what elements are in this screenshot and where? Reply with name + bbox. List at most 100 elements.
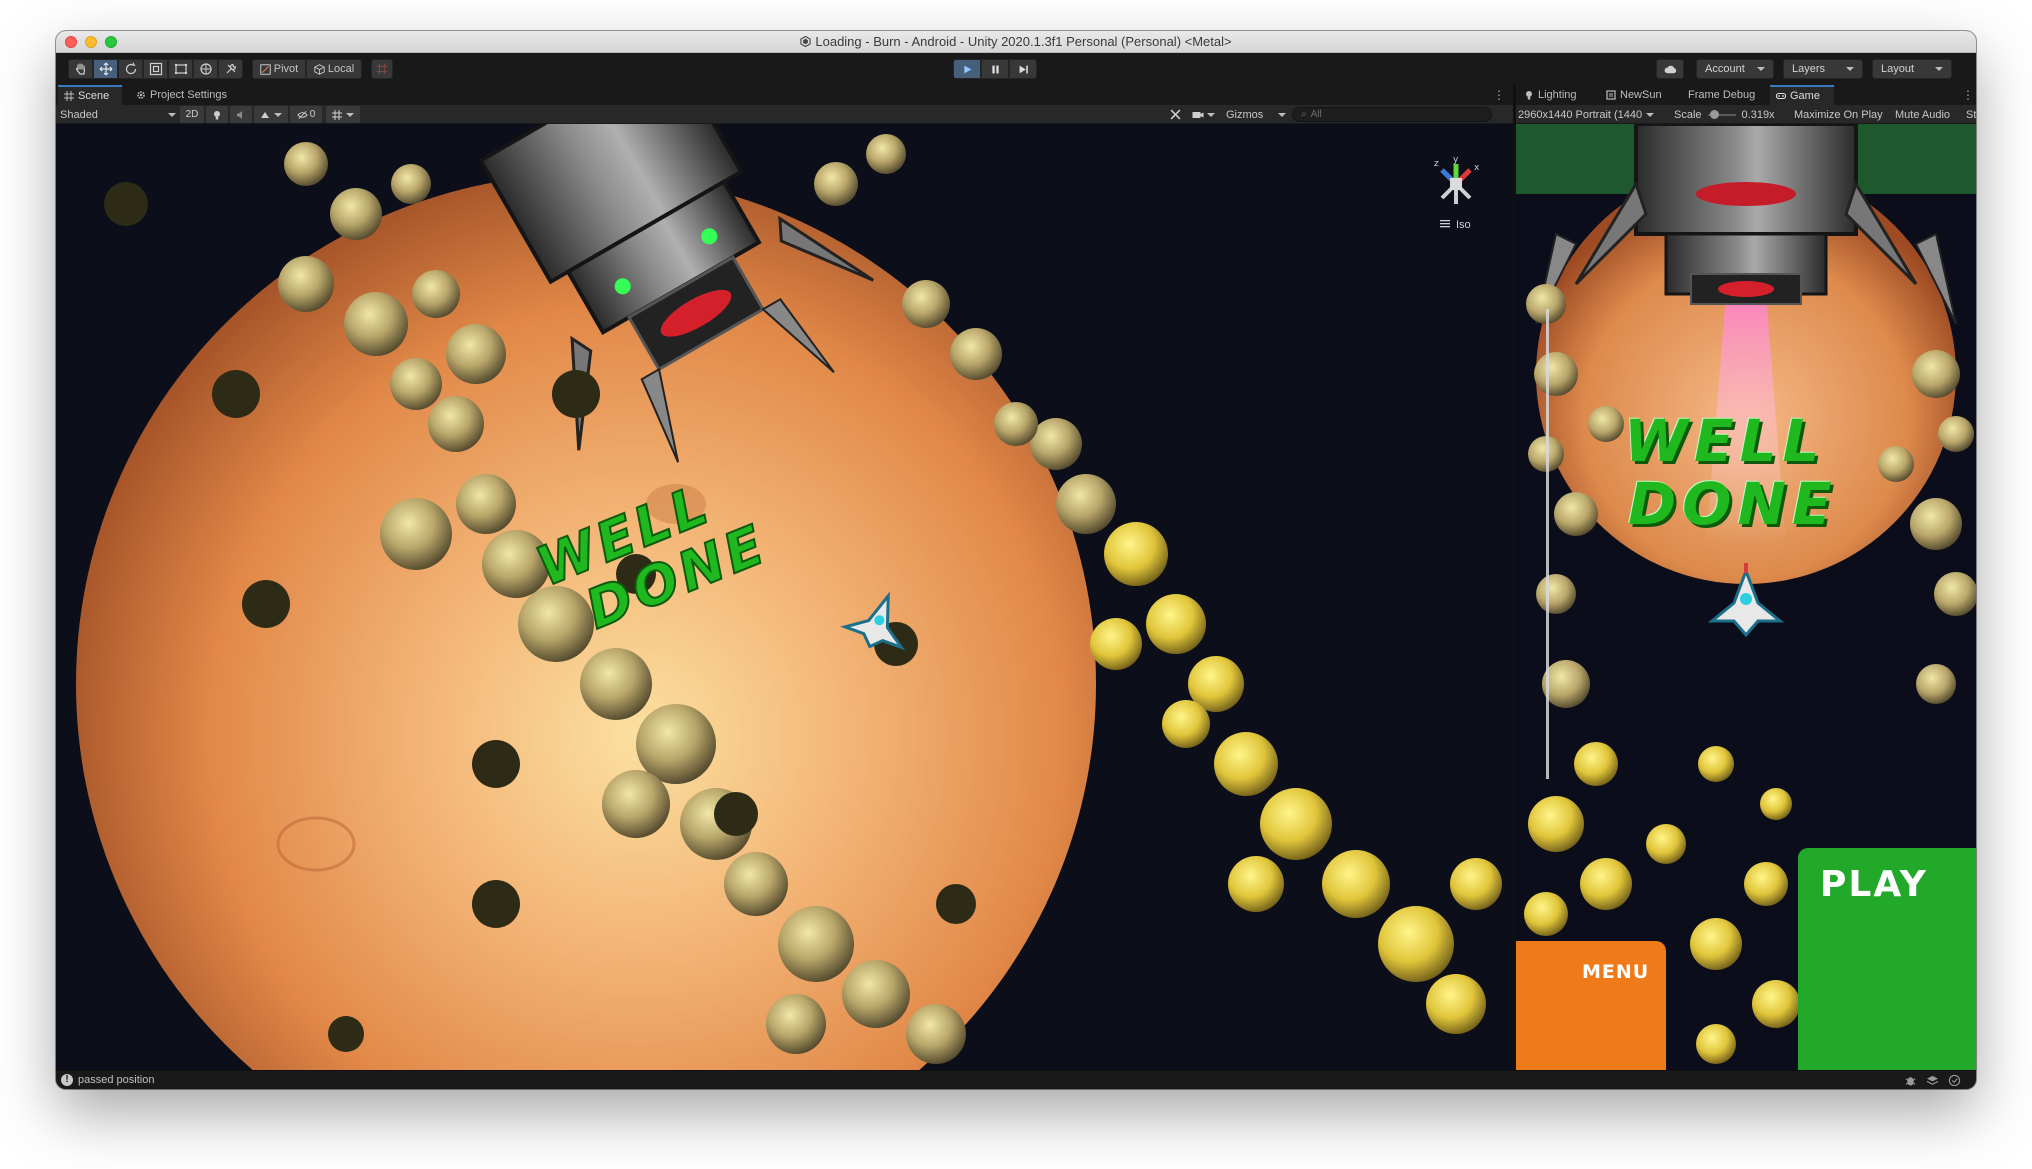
scale-slider-thumb[interactable] (1709, 109, 1719, 119)
tab-lighting[interactable]: Lighting (1518, 85, 1590, 105)
scene-audio-toggle[interactable] (230, 106, 252, 123)
scale-slider[interactable]: Scale 0.319x (1674, 107, 1794, 122)
game-tab-menu-icon[interactable]: ⋮ (1962, 88, 1974, 102)
menu-lines-icon (1440, 226, 1450, 228)
play-game-label: PLAY (1820, 864, 1928, 905)
move-arrows-icon (99, 62, 112, 76)
tab-project-settings[interactable]: Project Settings (130, 85, 246, 105)
chevron-down-icon (274, 112, 282, 117)
stats-toggle[interactable]: St (1966, 107, 1976, 122)
rotate-tool-button[interactable] (118, 59, 143, 79)
tab-project-settings-label: Project Settings (150, 89, 228, 101)
tab-game[interactable]: Game (1770, 85, 1834, 105)
snap-grid-button[interactable] (371, 59, 393, 79)
transform-icon (199, 63, 212, 75)
scene-tools-button[interactable] (1170, 107, 1186, 122)
window-title-text: Loading - Burn - Android - Unity 2020.1.… (815, 34, 1232, 49)
lightbulb-icon (214, 110, 220, 119)
local-toggle[interactable]: Local (306, 59, 362, 79)
hidden-objects-toggle[interactable]: 0 (290, 106, 322, 123)
unity-logo-icon (800, 36, 812, 47)
pivot-icon (260, 63, 271, 75)
maximize-on-play-toggle[interactable]: Maximize On Play (1794, 107, 1890, 122)
custom-tool-button[interactable] (218, 59, 243, 79)
play-game-button[interactable]: PLAY (1798, 848, 1976, 1070)
lightbulb-icon (1526, 91, 1532, 100)
step-forward-icon (1019, 65, 1028, 73)
pivot-toggle[interactable]: Pivot (252, 59, 306, 79)
step-button[interactable] (1009, 59, 1037, 79)
scene-search-input[interactable]: ⌕ All (1292, 107, 1492, 122)
bug-icon[interactable] (1904, 1074, 1917, 1087)
gizmos-dropdown[interactable]: Gizmos (1226, 107, 1286, 122)
game-viewport[interactable]: WELL DONE PLAY MENU (1516, 124, 1976, 1070)
chevron-down-icon (1757, 67, 1765, 71)
resolution-dropdown[interactable]: 2960x1440 Portrait (1440 (1518, 107, 1666, 122)
menu-lines-icon (1440, 223, 1450, 225)
camera-settings-dropdown[interactable] (1192, 107, 1218, 122)
tab-frame-debug[interactable]: Frame Debug (1682, 85, 1768, 105)
stats-label: St (1966, 108, 1976, 121)
scene-lighting-toggle[interactable] (206, 106, 228, 123)
mute-audio-label: Mute Audio (1895, 108, 1951, 121)
scale-slider-track[interactable] (1707, 109, 1736, 119)
menu-game-button[interactable]: MENU (1516, 941, 1666, 1070)
move-tool-button[interactable] (93, 59, 118, 79)
chevron-down-icon (168, 112, 176, 117)
scene-tab-menu-icon[interactable]: ⋮ (1493, 88, 1505, 102)
local-label: Local (327, 63, 355, 75)
tab-scene[interactable]: Scene (58, 85, 122, 105)
tab-newsun[interactable]: NewSun (1600, 85, 1674, 105)
progress-check-icon[interactable] (1948, 1074, 1961, 1087)
game-scroll-line (1546, 309, 1549, 779)
search-icon: ⌕ (1301, 109, 1307, 120)
layers-dropdown[interactable]: Layers (1783, 59, 1863, 79)
scene-effects-dropdown[interactable] (254, 106, 288, 123)
transform-tool-button[interactable] (193, 59, 218, 79)
chevron-down-icon (1646, 112, 1655, 117)
speaker-icon (237, 110, 242, 119)
chevron-down-icon (1846, 67, 1854, 71)
game-control-bar: 2960x1440 Portrait (1440 Scale 0.319x Ma… (1516, 105, 1976, 124)
inspector-icon (1606, 90, 1616, 100)
tab-lighting-label: Lighting (1538, 89, 1577, 101)
shading-mode-label: Shaded (60, 108, 98, 121)
game-well-text: WELL (1624, 407, 1826, 475)
local-cube-icon (314, 63, 325, 75)
layers-label: Layers (1792, 63, 1826, 75)
status-bar: ! passed position (56, 1070, 1976, 1089)
account-dropdown[interactable]: Account (1696, 59, 1774, 79)
chevron-down-icon (1935, 67, 1943, 71)
tools-icon (1170, 109, 1181, 120)
scene-grid-dropdown[interactable] (326, 106, 360, 123)
camera-icon (1192, 111, 1204, 118)
game-tab-bar: Lighting NewSun Frame Debug Game ⋮ (1516, 85, 1976, 105)
tab-scene-label: Scene (78, 90, 110, 102)
scale-tool-button[interactable] (143, 59, 168, 79)
tab-frame-debug-label: Frame Debug (1688, 89, 1756, 101)
2d-label: 2D (185, 109, 199, 120)
resolution-label: 2960x1440 Portrait (1440 (1518, 108, 1643, 121)
main-toolbar: Pivot Local Account Layers Layout (56, 53, 1976, 85)
layers-stack-icon[interactable] (1926, 1074, 1939, 1087)
hand-tool-button[interactable] (68, 59, 93, 79)
2d-toggle[interactable]: 2D (180, 106, 204, 123)
chevron-down-icon (1207, 112, 1215, 117)
shading-mode-dropdown[interactable]: Shaded (60, 107, 176, 122)
cloud-services-button[interactable] (1656, 59, 1684, 79)
svg-text:x: x (1474, 163, 1480, 173)
scene-viewport[interactable]: WELL DONE z y x Iso (56, 124, 1513, 1070)
scale-value: 0.319x (1741, 108, 1775, 121)
layout-dropdown[interactable]: Layout (1872, 59, 1952, 79)
scale-icon (149, 62, 162, 76)
rect-tool-button[interactable] (168, 59, 193, 79)
rect-transform-icon (174, 63, 187, 75)
status-message[interactable]: passed position (78, 1074, 154, 1086)
pause-button[interactable] (981, 59, 1009, 79)
mute-audio-toggle[interactable]: Mute Audio (1895, 107, 1961, 122)
game-done-text: DONE (1628, 470, 1838, 538)
tab-newsun-label: NewSun (1620, 89, 1662, 101)
chevron-down-icon (1278, 112, 1286, 117)
play-button[interactable] (953, 59, 981, 79)
projection-label[interactable]: Iso (1456, 219, 1471, 231)
